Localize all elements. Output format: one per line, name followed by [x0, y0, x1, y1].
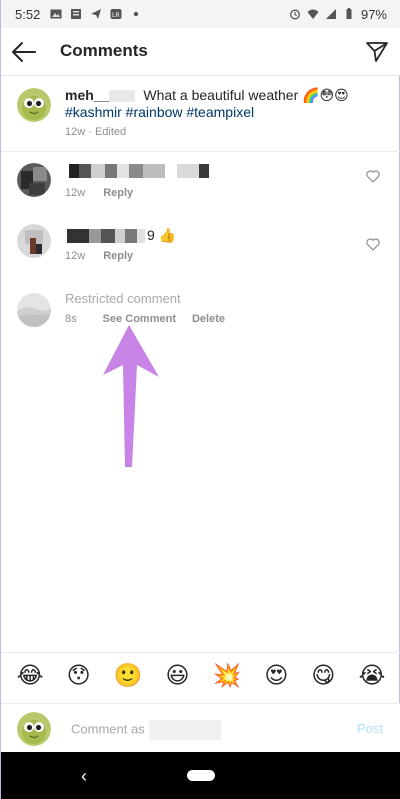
- delete-button[interactable]: Delete: [192, 313, 225, 325]
- caption-meta: 12w · Edited: [65, 126, 126, 138]
- screen-frame: 5:52 LR 97% Comments meh__ What a beauti…: [0, 0, 400, 799]
- emoji-sob-button[interactable]: 😭: [359, 665, 386, 688]
- like-heart-icon[interactable]: [366, 170, 380, 183]
- wifi-icon: [307, 9, 319, 19]
- emoji-hushed-button[interactable]: 😯: [67, 665, 91, 688]
- emoji-heart-eyes-button[interactable]: 😍: [264, 665, 288, 688]
- redacted-comment-text: [67, 229, 145, 243]
- comment-item: 9 👍 12w Reply: [1, 218, 400, 278]
- comment-meta: 12w Reply: [65, 250, 133, 262]
- battery-level: 97%: [360, 6, 387, 22]
- comment-input[interactable]: Comment as: [71, 720, 221, 740]
- emoji-quick-bar: 😂 😯 🙂 😃 💥 😍 😋 😭: [1, 652, 400, 700]
- nav-home-pill[interactable]: [187, 770, 215, 781]
- reply-button[interactable]: Reply: [103, 250, 133, 262]
- avatar[interactable]: [17, 163, 51, 197]
- caption-username[interactable]: meh__: [65, 87, 109, 103]
- caption-time: 12w: [65, 126, 86, 138]
- comment-text-tail: 9 👍: [147, 227, 177, 243]
- avatar: [17, 712, 51, 746]
- comment-time: 8s: [65, 313, 77, 325]
- avatar[interactable]: [17, 88, 51, 122]
- caption-hashtags[interactable]: #kashmir #rainbow #teampixel: [65, 104, 254, 120]
- avatar-image: [17, 712, 51, 746]
- status-right: 97%: [289, 7, 387, 22]
- avatar[interactable]: [17, 224, 51, 258]
- notification-icons: LR: [50, 8, 142, 20]
- nav-back-icon[interactable]: ‹: [81, 766, 87, 787]
- svg-text:LR: LR: [112, 12, 120, 19]
- caption-line: meh__ What a beautiful weather 🌈😳😍: [65, 87, 349, 104]
- alarm-icon: [290, 9, 300, 20]
- comment-meta: 12w Reply: [65, 187, 133, 199]
- avatar-image: [17, 88, 51, 122]
- annotation-arrow: [103, 325, 159, 467]
- avatar-image: [17, 224, 51, 258]
- redacted-username: [148, 720, 221, 740]
- app-header: Comments: [1, 28, 400, 76]
- image-icon: [50, 9, 62, 19]
- emoji-smile-button[interactable]: 🙂: [114, 665, 143, 688]
- post-button[interactable]: Post: [357, 721, 383, 736]
- status-time: 5:52: [15, 6, 41, 22]
- back-arrow-icon[interactable]: [11, 40, 37, 64]
- comment-time: 12w: [65, 250, 86, 262]
- emoji-boom-button[interactable]: 💥: [213, 665, 242, 688]
- comment-input-placeholder: Comment as: [71, 721, 145, 737]
- status-bar: 5:52 LR 97%: [1, 0, 400, 28]
- restricted-comment: Restricted comment 8s See Comment Delete: [1, 289, 400, 349]
- system-nav-bar: ‹: [1, 752, 400, 799]
- telegram-icon: [91, 9, 102, 19]
- post-caption: meh__ What a beautiful weather 🌈😳😍 #kashm…: [1, 76, 400, 152]
- emoji-grin-button[interactable]: 😃: [165, 665, 189, 688]
- restricted-label: Restricted comment: [65, 291, 181, 306]
- redacted-username: [109, 90, 136, 103]
- comment-item: 12w Reply: [1, 157, 400, 217]
- dot-icon: [134, 11, 139, 17]
- emoji-yum-button[interactable]: 😋: [311, 665, 335, 688]
- battery-icon: [346, 8, 352, 19]
- avatar: [17, 293, 51, 327]
- news-icon: [71, 9, 82, 19]
- lightroom-icon: LR: [110, 9, 122, 19]
- caption-edited: · Edited: [88, 126, 127, 138]
- caption-text: What a beautiful weather 🌈😳😍: [143, 87, 349, 103]
- redacted-comment-text: [69, 164, 209, 178]
- like-heart-icon[interactable]: [366, 238, 380, 251]
- reply-button[interactable]: Reply: [103, 187, 133, 199]
- direct-send-icon[interactable]: [365, 40, 389, 64]
- comment-composer: Comment as Post: [1, 703, 400, 753]
- avatar-image: [17, 293, 51, 327]
- avatar-image: [17, 163, 51, 197]
- page-title: Comments: [60, 41, 148, 60]
- emoji-joy-button[interactable]: 😂: [17, 665, 44, 688]
- restricted-meta: 8s See Comment Delete: [65, 313, 225, 325]
- signal-icon: [325, 9, 336, 19]
- see-comment-button[interactable]: See Comment: [103, 313, 176, 325]
- comment-time: 12w: [65, 187, 86, 199]
